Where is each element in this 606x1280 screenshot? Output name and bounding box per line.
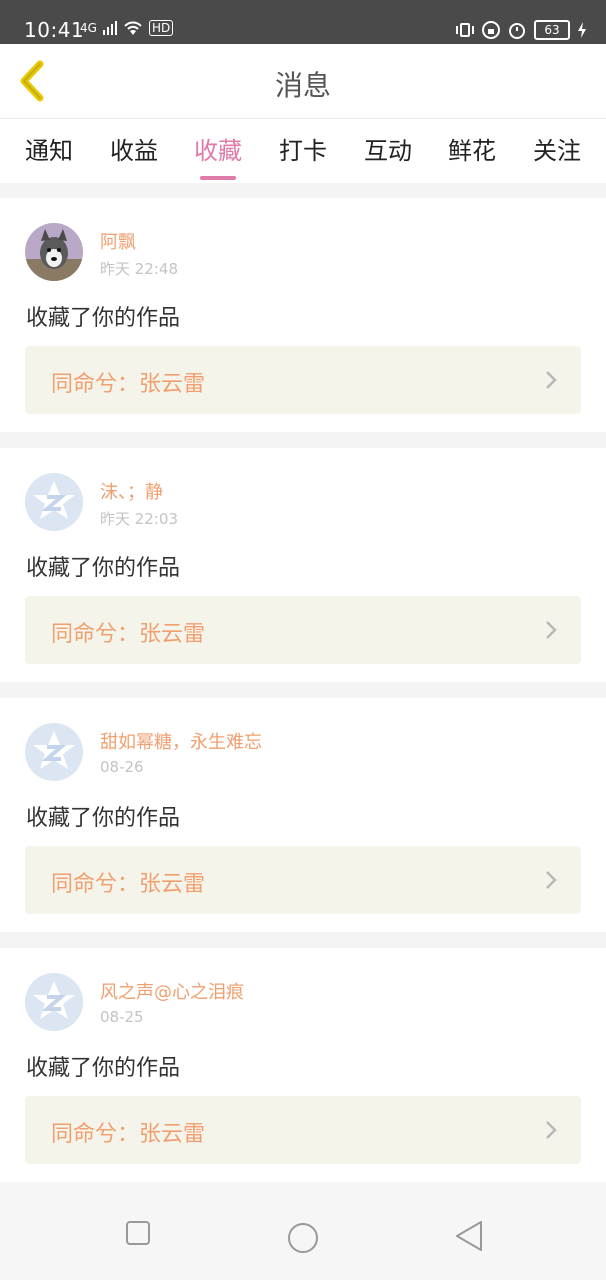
chevron-right-icon <box>546 621 557 639</box>
back-nav-button[interactable] <box>455 1220 483 1252</box>
work-link[interactable]: 同命兮：张云雷 <box>25 846 581 914</box>
list-item[interactable]: 风之声@心之泪痕 08-25 收藏了你的作品 同命兮：张云雷 <box>0 948 606 1182</box>
timestamp: 昨天 22:48 <box>100 260 178 278</box>
default-avatar-icon <box>25 973 83 1031</box>
avatar[interactable] <box>25 973 83 1031</box>
status-bar: 10:41 4G HD 63 <box>0 0 606 44</box>
default-avatar-icon <box>25 723 83 781</box>
timestamp: 昨天 22:03 <box>100 510 178 528</box>
signal-icon: 4G <box>80 21 97 35</box>
work-title: 同命兮：张云雷 <box>51 1122 206 1147</box>
home-button[interactable] <box>287 1222 319 1254</box>
alarm-icon <box>509 23 525 39</box>
tab-interaction[interactable]: 互动 <box>353 131 423 166</box>
timestamp: 08-25 <box>100 1008 144 1026</box>
work-link[interactable]: 同命兮：张云雷 <box>25 1096 581 1164</box>
user-name[interactable]: 风之声@心之泪痕 <box>100 978 244 1004</box>
signal-bars-icon <box>102 21 117 35</box>
status-right-icons: 63 <box>456 20 586 40</box>
active-tab-indicator <box>200 176 236 180</box>
tab-notice[interactable]: 通知 <box>14 131 84 166</box>
tab-bar: 通知 收益 收藏 打卡 互动 鲜花 关注 <box>0 118 606 183</box>
message-list: 阿飘 昨天 22:48 收藏了你的作品 同命兮：张云雷 沫、；静 昨天 22:0… <box>0 198 606 1198</box>
list-item[interactable]: 甜如幂糖，永生难忘 08-26 收藏了你的作品 同命兮：张云雷 <box>0 698 606 932</box>
charging-icon <box>578 22 586 38</box>
battery-icon: 63 <box>534 20 570 40</box>
default-avatar-icon <box>25 473 83 531</box>
vibrate-icon <box>456 23 474 37</box>
work-title: 同命兮：张云雷 <box>51 372 206 397</box>
lock-icon <box>482 21 500 39</box>
system-nav-bar <box>0 1182 606 1280</box>
chevron-right-icon <box>546 871 557 889</box>
user-name[interactable]: 沫、；静 <box>100 478 163 504</box>
avatar[interactable] <box>25 223 83 281</box>
message-text: 收藏了你的作品 <box>26 1056 181 1081</box>
list-item[interactable]: 沫、；静 昨天 22:03 收藏了你的作品 同命兮：张云雷 <box>0 448 606 682</box>
recent-apps-button[interactable] <box>125 1220 151 1246</box>
network-icons: 4G HD <box>80 20 174 36</box>
tab-flowers[interactable]: 鲜花 <box>437 131 507 166</box>
page-title: 消息 <box>274 69 331 102</box>
work-title: 同命兮：张云雷 <box>51 622 206 647</box>
app-header: 消息 <box>0 44 606 118</box>
work-link[interactable]: 同命兮：张云雷 <box>25 346 581 414</box>
message-text: 收藏了你的作品 <box>26 806 181 831</box>
message-text: 收藏了你的作品 <box>26 556 181 581</box>
chevron-right-icon <box>546 371 557 389</box>
tab-follow[interactable]: 关注 <box>522 131 592 166</box>
tab-earnings[interactable]: 收益 <box>99 131 169 166</box>
wifi-icon <box>124 21 142 35</box>
tab-favorites[interactable]: 收藏 <box>183 131 253 180</box>
tab-checkin[interactable]: 打卡 <box>268 131 338 166</box>
list-item[interactable]: 阿飘 昨天 22:48 收藏了你的作品 同命兮：张云雷 <box>0 198 606 432</box>
dog-avatar-icon <box>25 223 83 281</box>
status-time: 10:41 <box>24 18 85 42</box>
user-name[interactable]: 甜如幂糖，永生难忘 <box>100 728 262 754</box>
hd-icon: HD <box>148 20 174 36</box>
work-link[interactable]: 同命兮：张云雷 <box>25 596 581 664</box>
user-name[interactable]: 阿飘 <box>100 228 136 254</box>
work-title: 同命兮：张云雷 <box>51 872 206 897</box>
message-text: 收藏了你的作品 <box>26 306 181 331</box>
avatar[interactable] <box>25 473 83 531</box>
timestamp: 08-26 <box>100 758 144 776</box>
chevron-right-icon <box>546 1121 557 1139</box>
avatar[interactable] <box>25 723 83 781</box>
